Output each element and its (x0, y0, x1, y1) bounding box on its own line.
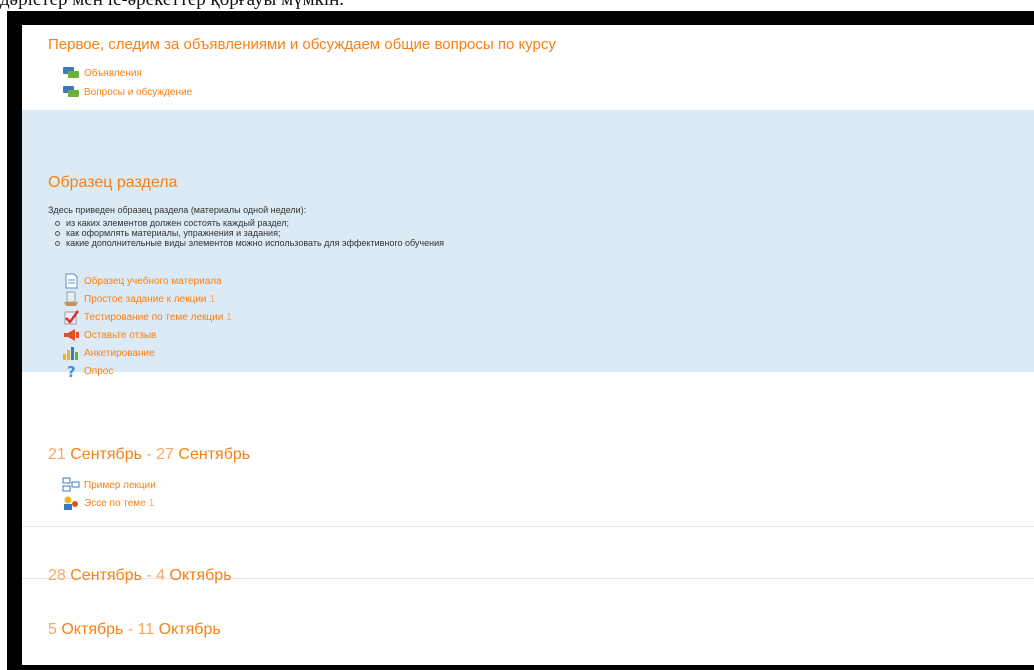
date-start-month: Сентябрь (70, 446, 142, 463)
summary-list: из каких элементов должен состоять кажды… (48, 218, 444, 248)
page-icon (62, 273, 80, 289)
activity-lesson[interactable]: Пример лекции (62, 477, 156, 493)
activity-label[interactable]: Вопросы и обсуждение (84, 87, 192, 98)
section-sample: Образец раздела Здесь приведен образец р… (22, 110, 1034, 381)
date-start-month: Октябрь (61, 621, 124, 638)
activity-page[interactable]: Образец учебного материала (62, 273, 222, 289)
forum-icon (62, 65, 80, 81)
activity-announcements[interactable]: Объявления (62, 65, 142, 81)
lesson-icon (62, 477, 80, 493)
activity-label[interactable]: Тестирование по теме лекции (84, 312, 223, 323)
date-start-day: 5 (48, 621, 57, 638)
date-start-day: 21 (48, 446, 66, 463)
date-separator: - (123, 621, 138, 638)
activity-label[interactable]: Пример лекции (84, 480, 156, 491)
activity-workshop[interactable]: Эссе по теме 1 (62, 495, 154, 511)
quiz-icon (62, 309, 80, 325)
section-week-3: 5 Октябрь - 11 Октябрь (22, 579, 1034, 665)
course-content: Первое, следим за объявлениями и обсужда… (22, 25, 1034, 665)
activity-questions[interactable]: Вопросы и обсуждение (62, 84, 192, 100)
activity-survey[interactable]: Анкетирование (62, 345, 155, 361)
activity-count: 1 (209, 293, 216, 305)
date-end-month: Сентябрь (178, 446, 251, 463)
feedback-icon (62, 327, 80, 343)
date-separator: - (141, 446, 157, 463)
activity-count: 1 (148, 497, 155, 509)
activity-assignment[interactable]: Простое задание к лекции 1 (62, 291, 215, 307)
activity-label[interactable]: Образец учебного материала (84, 276, 222, 287)
section-title: Образец раздела (48, 174, 178, 191)
activity-label[interactable]: Простое задание к лекции (84, 294, 207, 305)
activity-label[interactable]: Оставьте отзыв (84, 330, 156, 341)
date-end-day: 27 (156, 446, 174, 463)
section-title: Первое, следим за объявлениями и обсужда… (48, 36, 556, 53)
section-title: 5 Октябрь - 11 Октябрь (48, 621, 221, 639)
date-end-day: 11 (137, 621, 155, 638)
activity-quiz[interactable]: Тестирование по теме лекции 1 (62, 309, 232, 325)
assignment-icon (62, 291, 80, 307)
list-item: из каких элементов должен состоять кажды… (48, 218, 444, 228)
activity-label[interactable]: Объявления (84, 68, 142, 79)
section-summary: Здесь приведен образец раздела (материал… (48, 205, 307, 215)
activity-label[interactable]: Эссе по теме (84, 498, 146, 509)
list-item: как оформлять материалы, упражнения и за… (48, 228, 444, 238)
date-end-month: Октябрь (158, 621, 221, 638)
list-item: какие дополнительные виды элементов можн… (48, 238, 444, 248)
activity-count: 1 (226, 311, 232, 323)
section-title: 21 Сентябрь - 27 Сентябрь (48, 446, 250, 464)
activity-label[interactable]: Анкетирование (84, 348, 155, 359)
activity-feedback[interactable]: Оставьте отзыв (62, 327, 156, 343)
survey-icon (62, 345, 80, 361)
frame-bottom-bar (7, 665, 1034, 670)
caption-text: дәрістер мен іс-әрекеттер қорғауы мүмкін… (0, 0, 1034, 11)
section-week-2: 28 Сентябрь - 4 Октябрь (22, 527, 1034, 584)
forum-icon (62, 84, 80, 100)
section-week-1: 21 Сентябрь - 27 Сентябрь Пример лекции … (22, 372, 1034, 527)
workshop-icon (62, 495, 80, 511)
section-general: Первое, следим за объявлениями и обсужда… (22, 25, 1034, 110)
